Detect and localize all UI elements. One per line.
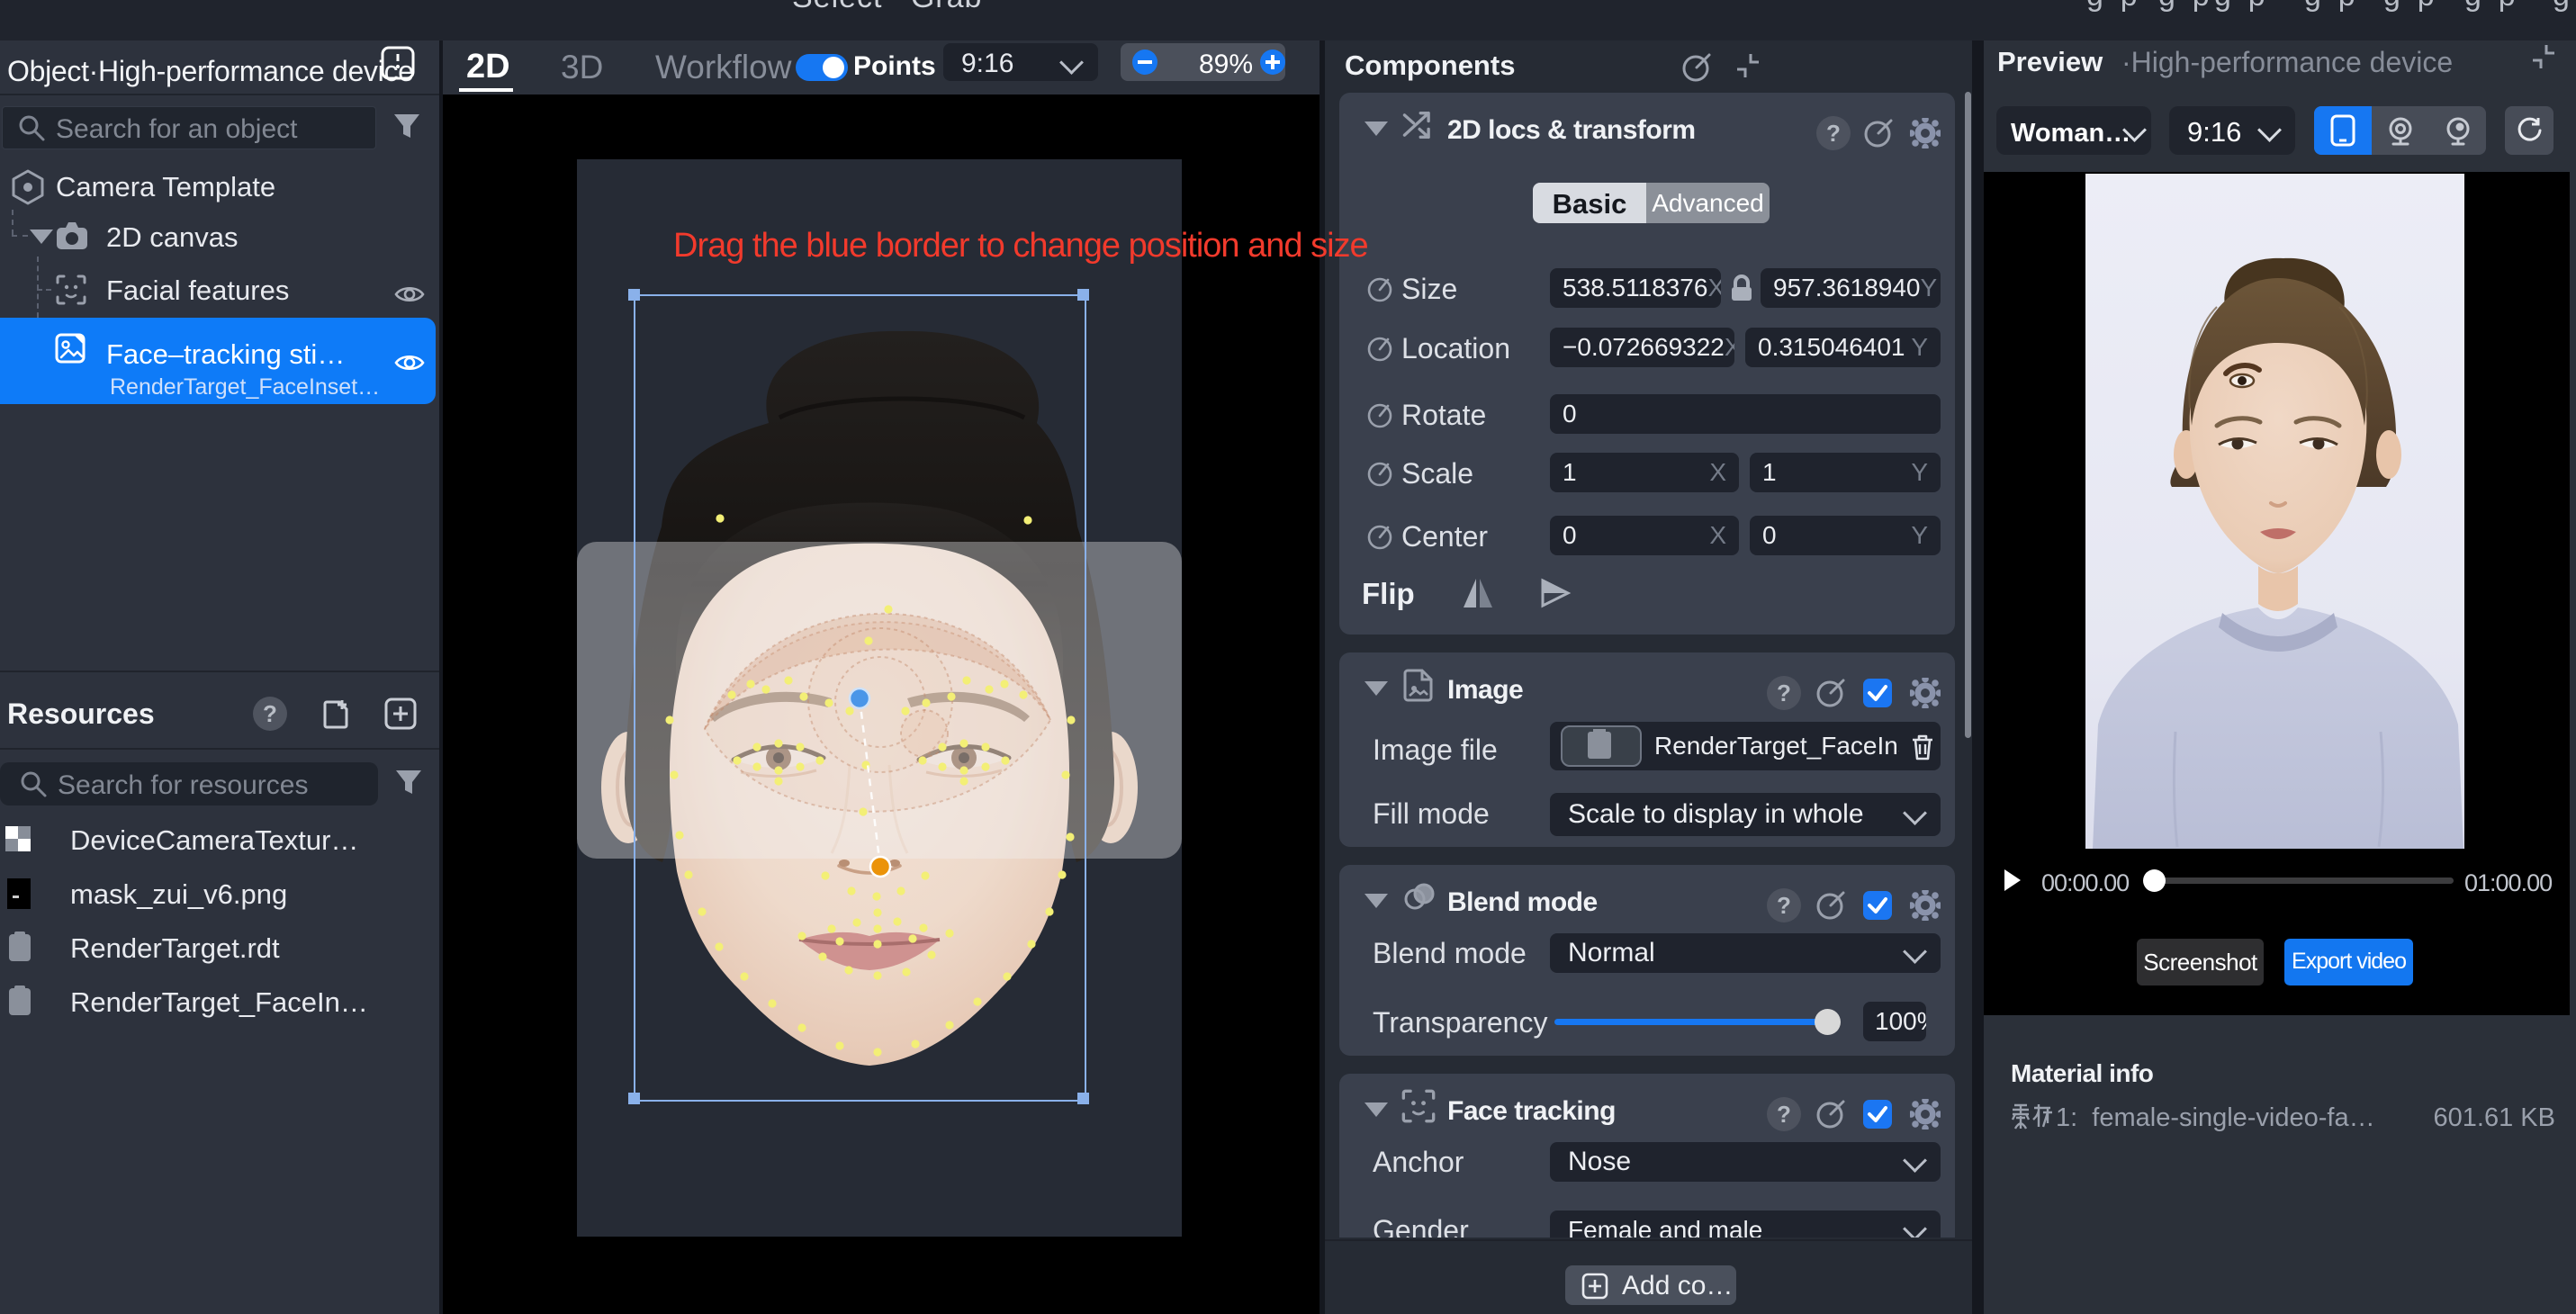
- svg-text:?: ?: [1777, 892, 1791, 919]
- svg-text:?: ?: [263, 700, 277, 727]
- svg-text:?: ?: [1826, 120, 1841, 147]
- svg-text:?: ?: [1777, 1101, 1791, 1128]
- svg-text:?: ?: [1777, 680, 1791, 706]
